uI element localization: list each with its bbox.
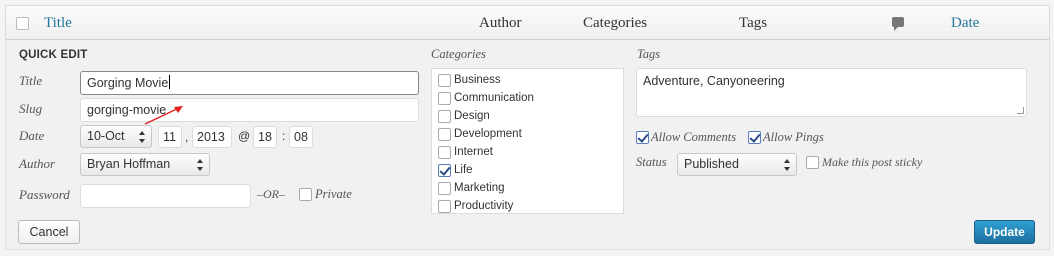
category-checkbox-checked[interactable]: [438, 164, 451, 177]
category-label: Development: [454, 128, 522, 140]
column-tags: Tags: [739, 15, 768, 31]
allow-pings-checkbox[interactable]: [748, 131, 761, 144]
author-select-value: Bryan Hoffman: [87, 157, 171, 171]
time-colon: :: [282, 129, 286, 143]
category-checkbox[interactable]: [438, 128, 451, 141]
tags-textarea[interactable]: Adventure, Canyoneering: [636, 68, 1027, 117]
slug-input[interactable]: gorging-movie: [80, 98, 419, 122]
panel-divider: [5, 249, 1050, 250]
comment-bubble-icon: [892, 17, 904, 31]
categories-checklist[interactable]: Business Communication Design Developmen…: [431, 68, 624, 214]
allow-comments-checkbox[interactable]: [636, 131, 649, 144]
author-select[interactable]: Bryan Hoffman: [80, 153, 210, 176]
minute-input[interactable]: 08: [289, 126, 313, 148]
category-label: Productivity: [454, 200, 514, 212]
column-author: Author: [479, 15, 522, 31]
annotation-arrow-icon: [144, 106, 183, 125]
month-select-value: 10-Oct: [87, 129, 125, 143]
update-button[interactable]: Update: [974, 220, 1035, 244]
month-select[interactable]: 10-Oct: [80, 125, 152, 148]
sticky-label: Make this post sticky: [822, 155, 923, 169]
category-label: Communication: [454, 92, 534, 104]
allow-pings-label: Allow Pings: [763, 130, 824, 144]
author-label: Author: [19, 156, 56, 171]
select-all-checkbox[interactable]: [16, 17, 29, 30]
status-select-value: Published: [684, 157, 739, 171]
date-comma: ,: [185, 130, 189, 144]
category-label: Business: [454, 74, 501, 86]
year-input[interactable]: 2013: [192, 126, 232, 148]
text-caret: [169, 75, 171, 89]
category-checkbox[interactable]: [438, 182, 451, 195]
column-categories: Categories: [583, 15, 648, 31]
category-checkbox[interactable]: [438, 74, 451, 87]
resize-handle-icon[interactable]: [1017, 107, 1024, 114]
category-label: Internet: [454, 146, 493, 158]
tags-label: Tags: [637, 47, 661, 61]
date-label: Date: [19, 128, 45, 143]
allow-comments-label: Allow Comments: [651, 130, 737, 144]
private-label: Private: [315, 187, 352, 201]
quick-edit-heading: QUICK EDIT: [19, 49, 88, 61]
status-label: Status: [636, 155, 667, 169]
tags-textarea-value: Adventure, Canyoneering: [643, 74, 785, 88]
cancel-button[interactable]: Cancel: [18, 220, 80, 244]
categories-label: Categories: [431, 47, 486, 61]
hour-input[interactable]: 18: [253, 126, 277, 148]
sticky-checkbox[interactable]: [806, 156, 819, 169]
list-table-header: Title Author Categories Tags Date: [5, 5, 1050, 40]
category-label: Marketing: [454, 182, 505, 194]
select-updown-icon: [139, 131, 146, 143]
title-input-value: Gorging Movie: [87, 76, 169, 90]
category-checkbox[interactable]: [438, 92, 451, 105]
category-label: Life: [454, 164, 473, 176]
status-select[interactable]: Published: [677, 153, 797, 176]
category-checkbox[interactable]: [438, 146, 451, 159]
slug-label: Slug: [19, 101, 43, 116]
category-checkbox[interactable]: [438, 110, 451, 123]
date-at-sign: @: [238, 129, 251, 143]
category-checkbox[interactable]: [438, 200, 451, 213]
column-title[interactable]: Title: [44, 15, 72, 32]
title-input[interactable]: Gorging Movie: [80, 71, 419, 95]
day-input[interactable]: 11: [158, 126, 182, 148]
column-date[interactable]: Date: [951, 15, 979, 32]
select-updown-icon: [784, 159, 791, 171]
title-label: Title: [19, 73, 43, 88]
or-separator: –OR–: [257, 187, 285, 201]
password-label: Password: [19, 187, 70, 202]
select-updown-icon: [197, 159, 204, 171]
password-input[interactable]: [80, 184, 251, 208]
private-checkbox[interactable]: [299, 188, 312, 201]
category-label: Design: [454, 110, 490, 122]
